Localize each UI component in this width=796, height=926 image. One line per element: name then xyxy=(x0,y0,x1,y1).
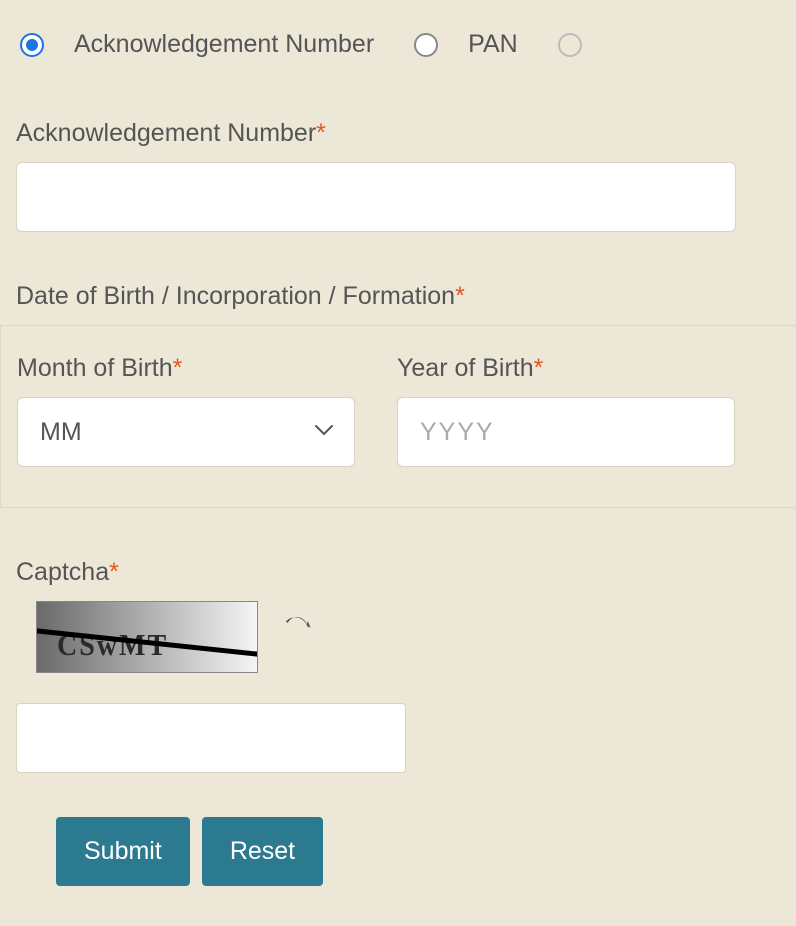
reset-button[interactable]: Reset xyxy=(202,817,323,886)
radio-ack[interactable] xyxy=(20,33,44,57)
radio-item-ack[interactable]: Acknowledgement Number xyxy=(20,30,374,59)
required-mark: * xyxy=(455,282,465,310)
required-mark: * xyxy=(173,354,183,382)
dob-section-label: Date of Birth / Incorporation / Formatio… xyxy=(16,282,780,311)
captcha-section: Captcha* CSwMT xyxy=(16,558,780,773)
year-label-text: Year of Birth xyxy=(397,354,534,382)
month-label-text: Month of Birth xyxy=(17,354,173,382)
year-col: Year of Birth* xyxy=(397,354,735,467)
required-mark: * xyxy=(534,354,544,382)
button-row: Submit Reset xyxy=(16,817,780,886)
required-mark: * xyxy=(109,558,119,586)
captcha-label-text: Captcha xyxy=(16,558,109,586)
year-input[interactable] xyxy=(397,397,735,467)
radio-blank[interactable] xyxy=(558,33,582,57)
dob-box: Month of Birth* MM Year of Birth* xyxy=(0,325,796,508)
ack-number-input[interactable] xyxy=(16,162,736,232)
month-col: Month of Birth* MM xyxy=(17,354,355,467)
captcha-image: CSwMT xyxy=(36,601,258,673)
radio-item-blank[interactable] xyxy=(558,33,582,57)
search-type-radio-group: Acknowledgement Number PAN xyxy=(16,30,780,59)
month-select[interactable]: MM xyxy=(17,397,355,467)
dob-section-label-text: Date of Birth / Incorporation / Formatio… xyxy=(16,282,455,310)
ack-number-section: Acknowledgement Number* xyxy=(16,119,780,232)
ack-number-label-text: Acknowledgement Number xyxy=(16,119,316,147)
radio-item-pan[interactable]: PAN xyxy=(414,30,518,59)
radio-pan-label: PAN xyxy=(468,30,518,59)
month-select-wrap: MM xyxy=(17,397,355,467)
refresh-icon[interactable] xyxy=(282,612,312,662)
radio-pan[interactable] xyxy=(414,33,438,57)
year-label: Year of Birth* xyxy=(397,354,735,383)
submit-button[interactable]: Submit xyxy=(56,817,190,886)
ack-number-label: Acknowledgement Number* xyxy=(16,119,780,148)
radio-ack-label: Acknowledgement Number xyxy=(74,30,374,59)
required-mark: * xyxy=(316,119,326,147)
month-label: Month of Birth* xyxy=(17,354,355,383)
captcha-input[interactable] xyxy=(16,703,406,773)
captcha-label: Captcha* xyxy=(16,558,780,587)
captcha-row: CSwMT xyxy=(36,601,780,673)
